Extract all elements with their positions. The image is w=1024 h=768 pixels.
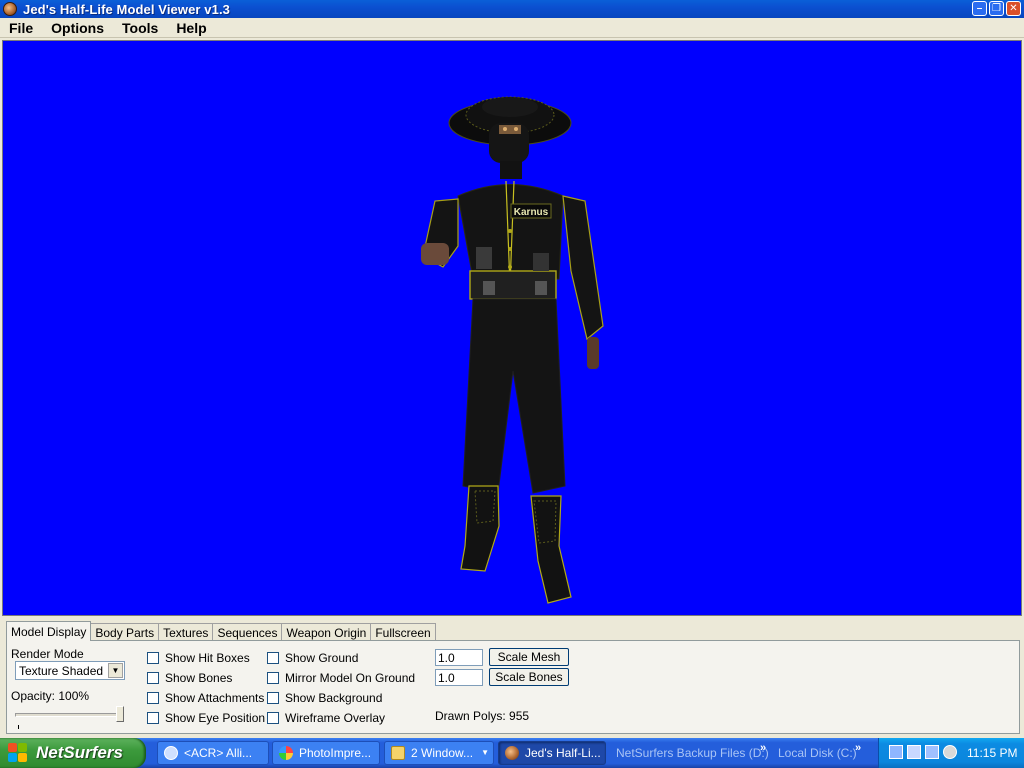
app-icon xyxy=(3,2,17,16)
toolbar-link-local-disk[interactable]: Local Disk (C:) xyxy=(778,746,857,760)
chevron-down-icon: ▼ xyxy=(481,748,489,757)
model-display-panel: Render Mode Texture Shaded ▼ Opacity: 10… xyxy=(6,640,1020,734)
photo-icon xyxy=(279,746,293,760)
opacity-slider-thumb[interactable] xyxy=(116,706,124,722)
opacity-slider-track[interactable] xyxy=(15,713,123,717)
control-panel: Model Display Body Parts Textures Sequen… xyxy=(2,618,1022,736)
model-figure: Karnus xyxy=(421,96,604,604)
chevron-right-icon[interactable]: » xyxy=(855,742,861,754)
taskbar-item-half-life-viewer[interactable]: Jed's Half-Li... xyxy=(498,741,606,765)
menu-bar: File Options Tools Help xyxy=(0,18,1024,38)
show-hit-boxes-checkbox[interactable]: Show Hit Boxes xyxy=(147,651,250,665)
drawn-polys-label: Drawn Polys: 955 xyxy=(435,709,530,723)
model-render: Karnus xyxy=(421,96,604,604)
tab-fullscreen[interactable]: Fullscreen xyxy=(370,623,436,641)
opacity-label: Opacity: 100% xyxy=(11,689,90,703)
slider-tick xyxy=(18,725,19,729)
close-button[interactable]: ✕ xyxy=(1006,1,1021,16)
minimize-button[interactable]: – xyxy=(972,1,987,16)
network-icon[interactable] xyxy=(907,745,921,759)
tab-sequences[interactable]: Sequences xyxy=(212,623,283,641)
folder-icon xyxy=(391,746,405,760)
chevron-down-icon: ▼ xyxy=(108,663,123,678)
model-name-tag: Karnus xyxy=(514,207,549,218)
show-eye-position-checkbox[interactable]: Show Eye Position xyxy=(147,711,265,725)
volume-icon[interactable] xyxy=(943,745,957,759)
tab-strip: Model Display Body Parts Textures Sequen… xyxy=(6,621,436,641)
tab-model-display[interactable]: Model Display xyxy=(6,621,92,641)
clock[interactable]: 11:15 PM xyxy=(967,746,1017,760)
scale-bones-input[interactable]: 1.0 xyxy=(435,669,483,686)
window-title: Jed's Half-Life Model Viewer v1.3 xyxy=(23,1,231,17)
toolbar-link-backup-drive[interactable]: NetSurfers Backup Files (D:) xyxy=(616,746,769,760)
title-bar: Jed's Half-Life Model Viewer v1.3 – ❐ ✕ xyxy=(0,0,1024,18)
tab-textures[interactable]: Textures xyxy=(158,623,214,641)
model-viewport[interactable]: Karnus xyxy=(2,40,1022,616)
show-ground-checkbox[interactable]: Show Ground xyxy=(267,651,358,665)
taskbar-item-photoimpression[interactable]: PhotoImpre... xyxy=(272,741,380,765)
menu-options[interactable]: Options xyxy=(42,20,113,36)
taskbar-item-windows-group[interactable]: 2 Window... ▼ xyxy=(384,741,494,765)
scale-mesh-button[interactable]: Scale Mesh xyxy=(489,648,569,666)
show-background-checkbox[interactable]: Show Background xyxy=(267,691,382,705)
wireframe-overlay-checkbox[interactable]: Wireframe Overlay xyxy=(267,711,385,725)
menu-tools[interactable]: Tools xyxy=(113,20,167,36)
network-icon[interactable] xyxy=(889,745,903,759)
chat-icon xyxy=(164,746,178,760)
maximize-button[interactable]: ❐ xyxy=(989,1,1004,16)
windows-flag-icon xyxy=(8,743,28,763)
scale-mesh-input[interactable]: 1.0 xyxy=(435,649,483,666)
show-bones-checkbox[interactable]: Show Bones xyxy=(147,671,232,685)
system-tray: 11:15 PM xyxy=(878,738,1024,768)
menu-file[interactable]: File xyxy=(0,20,42,36)
tab-weapon-origin[interactable]: Weapon Origin xyxy=(281,623,372,641)
display-icon[interactable] xyxy=(925,745,939,759)
chevron-right-icon[interactable]: » xyxy=(760,742,766,754)
taskbar: NetSurfers <ACR> Alli... PhotoImpre... 2… xyxy=(0,738,1024,768)
app-icon xyxy=(505,746,519,760)
tab-body-parts[interactable]: Body Parts xyxy=(90,623,160,641)
scale-bones-button[interactable]: Scale Bones xyxy=(489,668,569,686)
taskbar-item-acr[interactable]: <ACR> Alli... xyxy=(157,741,269,765)
show-attachments-checkbox[interactable]: Show Attachments xyxy=(147,691,264,705)
render-mode-label: Render Mode xyxy=(11,647,84,661)
start-button[interactable]: NetSurfers xyxy=(0,738,146,768)
render-mode-select[interactable]: Texture Shaded ▼ xyxy=(15,661,125,680)
mirror-model-checkbox[interactable]: Mirror Model On Ground xyxy=(267,671,415,685)
menu-help[interactable]: Help xyxy=(167,20,215,36)
